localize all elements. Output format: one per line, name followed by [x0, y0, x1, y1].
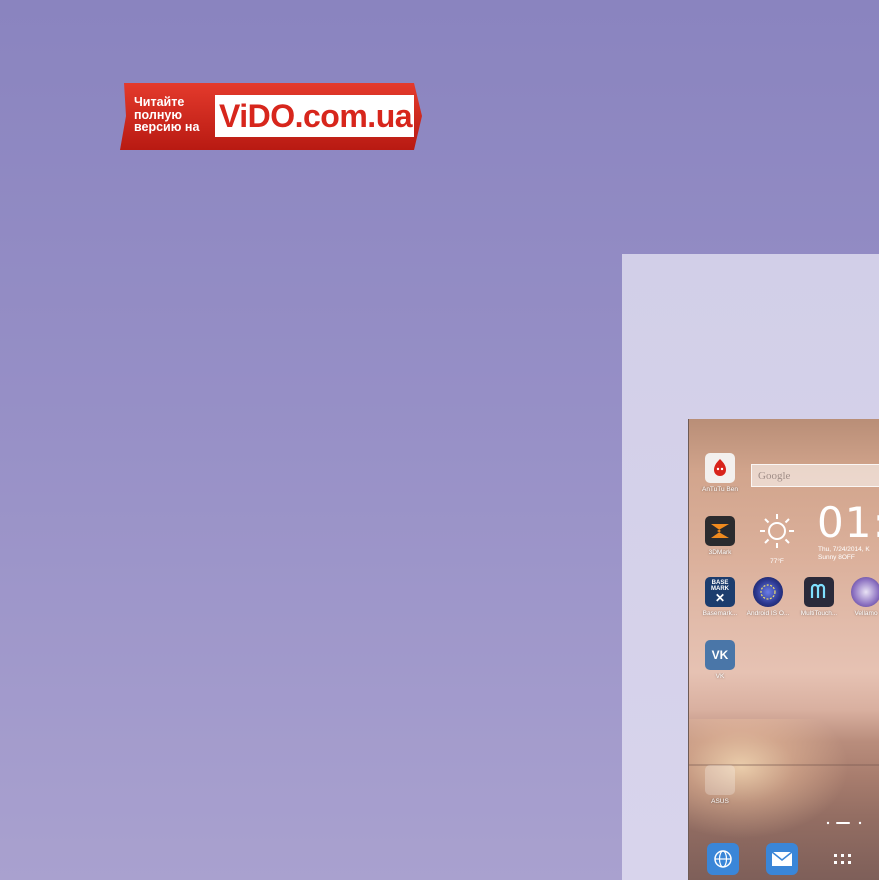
app-drawer-icon[interactable]: [827, 843, 859, 875]
app-android-is[interactable]: Android IS O...: [746, 577, 790, 618]
dock: [689, 843, 879, 880]
page-indicator: [826, 821, 862, 825]
clock-info: Thu, 7/24/2014, K Sunny 8OFF: [818, 546, 870, 562]
vk-icon: VK: [705, 640, 735, 670]
weather-widget[interactable]: 77°F: [755, 511, 799, 565]
app-label: Basemark...: [702, 610, 738, 617]
email-icon[interactable]: [766, 843, 798, 875]
app-label: ASUS: [711, 798, 729, 805]
clock-time[interactable]: 01:4: [817, 501, 879, 545]
app-vk[interactable]: VK VK: [698, 640, 742, 681]
app-label: AnTuTu Ben: [701, 486, 738, 493]
app-label: Vellamo: [854, 610, 878, 617]
basemark-icon: BASE MARK ✕: [705, 577, 735, 607]
app-label: 3DMark: [708, 549, 732, 556]
vido-banner[interactable]: Читайте полную версию на ViDO.com.ua: [120, 83, 422, 150]
app-label: Android IS O...: [746, 610, 790, 617]
app-3dmark[interactable]: 3DMark: [698, 516, 742, 557]
android-is-icon: [753, 577, 783, 607]
browser-icon[interactable]: [707, 843, 739, 875]
app-multitouch[interactable]: MultiTouch...: [797, 577, 841, 618]
phone-home-screen: AnTuTu Ben Google 3DMark 77°F 01:4 Thu, …: [688, 419, 879, 880]
google-search-bar[interactable]: Google: [751, 464, 879, 487]
vellamo-icon: [851, 577, 879, 607]
app-label: MultiTouch...: [800, 610, 838, 617]
weather-sun-icon: [760, 514, 794, 548]
app-basemark[interactable]: BASE MARK ✕ Basemark...: [698, 577, 742, 618]
weather-text: Sunny 8OFF: [818, 554, 855, 561]
antutu-icon: [705, 453, 735, 483]
banner-site-name[interactable]: ViDO.com.ua: [217, 97, 414, 135]
app-asus-folder[interactable]: ASUS: [698, 765, 742, 806]
asus-folder-icon: [705, 765, 735, 795]
banner-line-1: Читайте: [134, 95, 185, 109]
3dmark-icon: [705, 516, 735, 546]
app-label: VK: [715, 673, 725, 680]
app-antutu[interactable]: AnTuTu Ben: [698, 453, 742, 494]
banner-caption: Читайте полную версию на: [134, 96, 212, 134]
banner-line-3: версию на: [134, 120, 200, 134]
multitouch-icon: [804, 577, 834, 607]
date-text: Thu, 7/24/2014, K: [818, 546, 870, 553]
app-vellamo[interactable]: Vellamo: [844, 577, 879, 618]
temperature-label: 77°F: [770, 558, 784, 565]
